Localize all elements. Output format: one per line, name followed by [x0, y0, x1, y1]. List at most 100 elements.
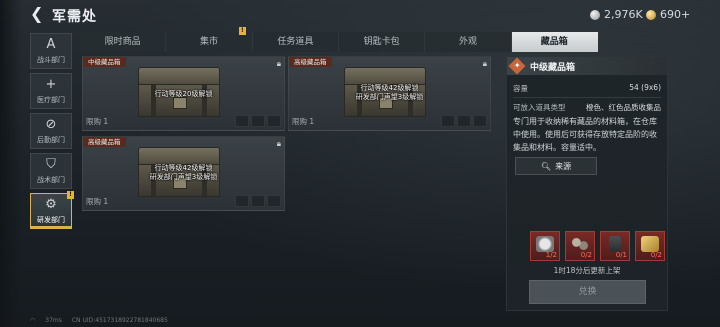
material-count: 0/1 — [615, 251, 627, 259]
nav-label: 战斗部门 — [37, 55, 65, 64]
tab-appearance[interactable]: 外观 — [425, 32, 512, 52]
chest-lid — [138, 67, 220, 85]
required-materials: 1/2 0/2 0/1 0/2 — [530, 231, 665, 261]
nav-tactics[interactable]: ⛉ 战术部门 — [30, 153, 72, 189]
medical-icon: + — [45, 76, 57, 92]
pocket-watch-icon — [536, 236, 554, 252]
rarity-tag: 高级藏品箱 — [289, 57, 332, 67]
item-category-icon: ✦ — [508, 57, 526, 75]
material-slot[interactable]: 0/2 — [565, 231, 595, 261]
nav-research[interactable]: ! ⚙ 研发部门 — [30, 191, 74, 229]
material-count: 0/2 — [650, 251, 662, 259]
preview-thumb — [473, 115, 487, 127]
uid-text: CN UID:4517318922781840685 — [71, 317, 168, 324]
tab-keycards[interactable]: 钥匙卡包 — [339, 32, 426, 52]
unlock-requirement: 行动等级42级解锁 研发部门声望3级解锁 — [355, 84, 424, 101]
silver-currency: 2,976K — [590, 8, 643, 21]
item-detail-panel: ✦ 中级藏品箱 容量 54 (9x6) 可放入道具类型 橙色、红色品质收集品 专… — [506, 56, 668, 311]
silver-coin-icon — [590, 9, 600, 20]
category-tabs: 限时商品 集市 ! 任务道具 钥匙卡包 外观 藏品箱 — [80, 27, 598, 52]
material-slot[interactable]: 0/1 — [600, 231, 630, 261]
purchase-limit: 限购 1 — [86, 117, 109, 126]
device-icon — [609, 236, 621, 252]
material-slot[interactable]: 1/2 — [530, 231, 560, 261]
preview-thumb — [235, 195, 249, 207]
lock-icon: 🔒︎ — [482, 59, 487, 68]
source-label: 来源 — [555, 161, 572, 171]
preview-thumb — [457, 115, 471, 127]
item-card[interactable]: 高级藏品箱 🔒︎ 行动等级42级解锁 研发部门声望3级解锁 限购 1 — [288, 56, 491, 131]
purchase-limit: 限购 1 — [86, 197, 109, 206]
status-bar: ◠ 37ms CN UID:4517318922781840685 — [30, 317, 168, 324]
chest-body — [138, 84, 220, 117]
gold-bars-icon — [641, 236, 659, 252]
lock-icon: 🔒︎ — [276, 59, 281, 68]
types-row: 可放入道具类型 橙色、红色品质收集品 — [513, 102, 661, 113]
page-title: 军需处 — [52, 9, 97, 25]
rarity-tag: 高级藏品箱 — [83, 137, 126, 147]
tactics-icon: ⛉ — [46, 156, 56, 172]
capacity-label: 容量 — [513, 84, 528, 93]
exchange-button[interactable]: 兑换 — [529, 280, 646, 304]
preview-thumb — [251, 115, 265, 127]
unlock-requirement: 行动等级20级解锁 — [154, 90, 213, 98]
types-value: 橙色、红色品质收集品 — [586, 103, 661, 112]
material-count: 0/2 — [580, 251, 592, 259]
nav-logistics[interactable]: ⊘ 后勤部门 — [30, 113, 72, 149]
material-slot[interactable]: 0/2 — [635, 231, 665, 261]
gears-icon — [571, 236, 589, 252]
department-nav: A 战斗部门 + 医疗部门 ⊘ 后勤部门 ⛉ 战术部门 ! ⚙ 研发部门 — [30, 33, 74, 233]
nav-label: 后勤部门 — [37, 135, 65, 144]
search-icon: 🔍︎ — [540, 161, 552, 171]
nav-combat[interactable]: A 战斗部门 — [30, 33, 72, 69]
preview-thumb — [267, 195, 281, 207]
preview-thumb — [441, 115, 455, 127]
wifi-icon: ◠ — [30, 317, 36, 324]
divider — [513, 97, 661, 98]
capacity-value: 54 (9x6) — [629, 83, 661, 92]
tab-market[interactable]: 集市 ! — [166, 27, 253, 52]
content-preview — [235, 115, 281, 127]
preview-thumb — [235, 115, 249, 127]
chest-lid — [344, 67, 426, 85]
ping-value: 37ms — [45, 317, 62, 324]
types-label: 可放入道具类型 — [513, 103, 566, 112]
notification-badge: ! — [238, 27, 246, 35]
back-arrow-icon[interactable]: ❮ — [30, 6, 46, 22]
gold-currency[interactable]: 690+ — [646, 8, 690, 21]
tab-label: 集市 — [199, 37, 218, 47]
preview-thumb — [251, 195, 265, 207]
item-description: 专门用于收纳稀有藏品的材料箱，在仓库中使用。使用后可获得存放特定品阶的收集品和材… — [513, 117, 657, 152]
content-preview — [235, 195, 281, 207]
left-edge-shade — [0, 0, 22, 327]
item-card[interactable]: 中级藏品箱 🔒︎ 行动等级20级解锁 限购 1 — [82, 56, 285, 131]
material-count: 1/2 — [545, 251, 557, 259]
top-bar: ❮ 军需处 2,976K 690+ — [0, 0, 720, 30]
preview-thumb — [267, 115, 281, 127]
tab-mission-items[interactable]: 任务道具 — [253, 32, 339, 52]
silver-currency-value: 2,976K — [604, 8, 643, 21]
gold-currency-value: 690+ — [660, 8, 691, 21]
item-card[interactable]: 高级藏品箱 🔒︎ 行动等级42级解锁 研发部门声望3级解锁 限购 1 — [82, 136, 285, 211]
unlock-requirement: 行动等级42级解锁 研发部门声望3级解锁 — [149, 164, 218, 181]
capacity-row: 容量 54 (9x6) — [513, 83, 661, 94]
combat-icon: A — [46, 36, 56, 52]
content-preview — [441, 115, 487, 127]
nav-medical[interactable]: + 医疗部门 — [30, 73, 72, 109]
nav-label: 研发部门 — [37, 215, 65, 224]
nav-label: 医疗部门 — [37, 95, 65, 104]
restock-timer: 1时18分后更新上架 — [553, 266, 621, 275]
tab-collection-box[interactable]: 藏品箱 — [511, 32, 598, 52]
tab-limited[interactable]: 限时商品 — [80, 32, 167, 52]
detail-title: 中级藏品箱 — [530, 62, 576, 73]
chest-lid — [138, 147, 220, 165]
source-button[interactable]: 🔍︎ 来源 — [515, 157, 597, 175]
nav-label: 战术部门 — [37, 175, 65, 184]
rarity-tag: 中级藏品箱 — [83, 57, 126, 67]
purchase-limit: 限购 1 — [292, 117, 315, 126]
research-icon: ⚙ — [45, 196, 57, 212]
notification-badge: ! — [67, 191, 74, 199]
lock-icon: 🔒︎ — [276, 139, 281, 148]
detail-header: ✦ 中级藏品箱 — [507, 57, 667, 75]
logistics-icon: ⊘ — [45, 116, 57, 132]
